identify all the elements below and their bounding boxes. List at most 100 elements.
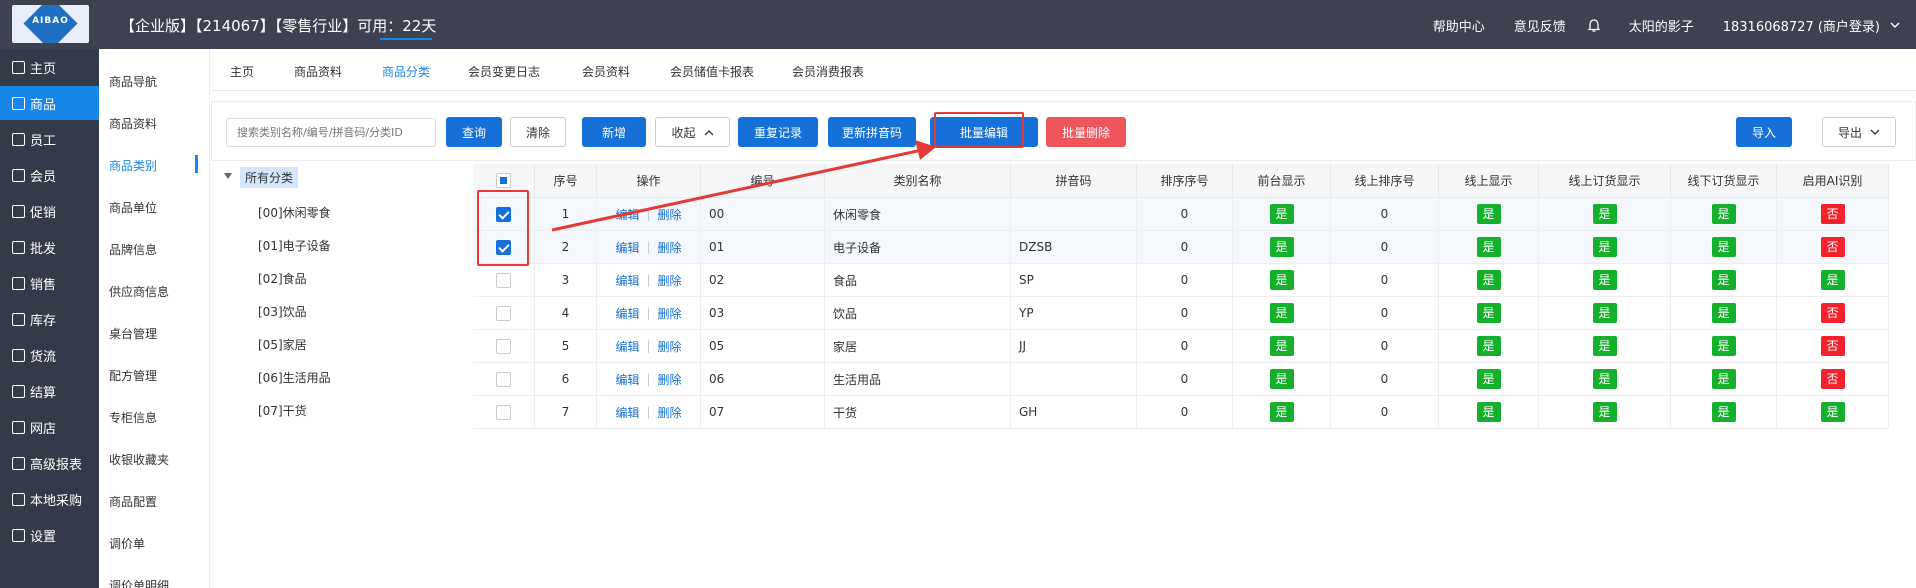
status-badge[interactable]: 是: [1711, 204, 1736, 224]
sidebar-item[interactable]: 设置: [0, 518, 99, 552]
status-badge[interactable]: 是: [1820, 402, 1845, 422]
account-menu[interactable]: 18316068727 (商户登录): [1723, 16, 1880, 35]
status-badge[interactable]: 否: [1820, 369, 1845, 389]
select-all-checkbox[interactable]: [496, 173, 511, 188]
sidebar-item[interactable]: 会员: [0, 158, 99, 192]
search-input[interactable]: [226, 118, 436, 147]
tree-node[interactable]: [07]干货: [258, 402, 307, 419]
user-name[interactable]: 太阳的影子: [1629, 16, 1694, 35]
status-badge[interactable]: 是: [1592, 402, 1617, 422]
status-badge[interactable]: 是: [1476, 402, 1501, 422]
subnav-item[interactable]: 品牌信息: [109, 241, 157, 258]
query-button[interactable]: 查询: [446, 117, 502, 147]
sidebar-item[interactable]: 结算: [0, 374, 99, 408]
status-badge[interactable]: 是: [1592, 369, 1617, 389]
status-badge[interactable]: 是: [1476, 204, 1501, 224]
row-checkbox[interactable]: [496, 338, 511, 354]
status-badge[interactable]: 是: [1476, 336, 1501, 356]
row-checkbox[interactable]: [496, 272, 511, 288]
status-badge[interactable]: 是: [1269, 303, 1294, 323]
chevron-down-icon[interactable]: [1890, 18, 1900, 33]
tree-node[interactable]: [02]食品: [258, 270, 307, 287]
sidebar-item[interactable]: 员工: [0, 122, 99, 156]
tree-node[interactable]: [05]家居: [258, 336, 307, 353]
sidebar-item[interactable]: 货流: [0, 338, 99, 372]
sidebar-item[interactable]: 销售: [0, 266, 99, 300]
tab-item[interactable]: 会员储值卡报表: [670, 63, 754, 80]
status-badge[interactable]: 是: [1476, 303, 1501, 323]
update-pinyin-button[interactable]: 更新拼音码: [828, 117, 916, 147]
edit-link[interactable]: 编辑: [615, 206, 639, 223]
status-badge[interactable]: 是: [1269, 237, 1294, 257]
tree-root[interactable]: 所有分类: [240, 167, 299, 188]
row-checkbox-cell[interactable]: [473, 264, 535, 297]
tab-item[interactable]: 会员变更日志: [468, 63, 540, 80]
delete-link[interactable]: 删除: [658, 338, 682, 355]
status-badge[interactable]: 是: [1476, 237, 1501, 257]
subnav-item[interactable]: 供应商信息: [109, 283, 169, 300]
status-badge[interactable]: 是: [1592, 336, 1617, 356]
status-badge[interactable]: 是: [1820, 270, 1845, 290]
tree-node[interactable]: [00]休闲零食: [258, 204, 331, 221]
subnav-item[interactable]: 调价单: [109, 535, 145, 552]
delete-link[interactable]: 删除: [658, 371, 682, 388]
edit-link[interactable]: 编辑: [615, 338, 639, 355]
batch-delete-button[interactable]: 批量删除: [1046, 117, 1126, 147]
status-badge[interactable]: 是: [1269, 369, 1294, 389]
sidebar-item[interactable]: 批发: [0, 230, 99, 264]
subnav-item[interactable]: 商品资料: [109, 115, 157, 132]
status-badge[interactable]: 否: [1820, 204, 1845, 224]
collapse-button[interactable]: 收起: [655, 117, 730, 147]
delete-link[interactable]: 删除: [658, 239, 682, 256]
sidebar-item[interactable]: 商品: [0, 86, 99, 120]
delete-link[interactable]: 删除: [658, 305, 682, 322]
subnav-item[interactable]: 商品导航: [109, 73, 157, 90]
status-badge[interactable]: 是: [1592, 270, 1617, 290]
row-checkbox[interactable]: [496, 371, 511, 387]
subnav-item[interactable]: 配方管理: [109, 367, 157, 384]
sidebar-item[interactable]: 本地采购: [0, 482, 99, 516]
tree-node[interactable]: [03]饮品: [258, 303, 307, 320]
status-badge[interactable]: 是: [1592, 204, 1617, 224]
status-badge[interactable]: 是: [1711, 270, 1736, 290]
status-badge[interactable]: 是: [1269, 270, 1294, 290]
help-center-link[interactable]: 帮助中心: [1433, 16, 1485, 35]
import-button[interactable]: 导入: [1736, 117, 1792, 147]
status-badge[interactable]: 是: [1269, 402, 1294, 422]
status-badge[interactable]: 是: [1592, 303, 1617, 323]
status-badge[interactable]: 是: [1711, 336, 1736, 356]
status-badge[interactable]: 是: [1269, 204, 1294, 224]
edit-link[interactable]: 编辑: [615, 239, 639, 256]
tab-item[interactable]: 会员资料: [582, 63, 630, 80]
sidebar-item[interactable]: 高级报表: [0, 446, 99, 480]
delete-link[interactable]: 删除: [658, 272, 682, 289]
status-badge[interactable]: 是: [1476, 369, 1501, 389]
tree-expand-icon[interactable]: [224, 173, 232, 179]
tab-item[interactable]: 主页: [230, 63, 254, 80]
status-badge[interactable]: 是: [1476, 270, 1501, 290]
row-checkbox-cell[interactable]: [473, 297, 535, 330]
status-badge[interactable]: 否: [1820, 336, 1845, 356]
tree-node[interactable]: [06]生活用品: [258, 369, 331, 386]
subnav-item[interactable]: 调价单明细: [109, 577, 169, 588]
subnav-item[interactable]: 商品类别: [109, 157, 157, 174]
feedback-link[interactable]: 意见反馈: [1514, 16, 1566, 35]
tab-item[interactable]: 会员消费报表: [792, 63, 864, 80]
export-button[interactable]: 导出: [1822, 117, 1896, 147]
sidebar-item[interactable]: 主页: [0, 50, 99, 84]
edit-link[interactable]: 编辑: [615, 404, 639, 421]
reset-records-button[interactable]: 重复记录: [738, 117, 818, 147]
status-badge[interactable]: 是: [1711, 237, 1736, 257]
tree-node[interactable]: [01]电子设备: [258, 237, 331, 254]
delete-link[interactable]: 删除: [658, 404, 682, 421]
subnav-item[interactable]: 桌台管理: [109, 325, 157, 342]
edit-link[interactable]: 编辑: [615, 272, 639, 289]
tab-item[interactable]: 商品资料: [294, 63, 342, 80]
status-badge[interactable]: 是: [1711, 369, 1736, 389]
status-badge[interactable]: 是: [1711, 303, 1736, 323]
sidebar-item[interactable]: 网店: [0, 410, 99, 444]
edit-link[interactable]: 编辑: [615, 305, 639, 322]
row-checkbox-cell[interactable]: [473, 330, 535, 363]
status-badge[interactable]: 是: [1269, 336, 1294, 356]
bell-icon[interactable]: [1587, 18, 1600, 33]
